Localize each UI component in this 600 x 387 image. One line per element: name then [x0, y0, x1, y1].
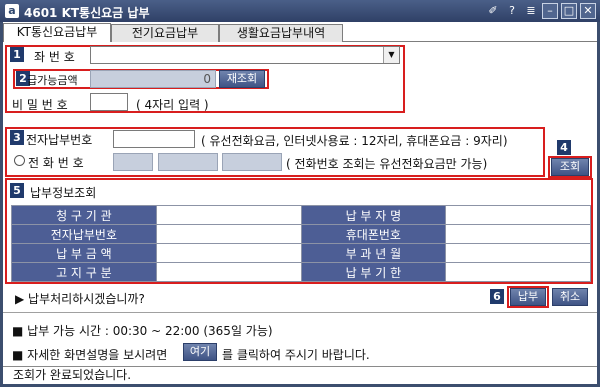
- account-select[interactable]: ▼: [90, 46, 400, 64]
- cell-value: [445, 243, 591, 263]
- cell-value: [445, 205, 591, 225]
- tab-bar: KT통신요금납부 전기요금납부 생활요금납부내역: [3, 22, 597, 42]
- recheck-button[interactable]: 재조회: [219, 70, 265, 88]
- password-field[interactable]: [90, 93, 128, 111]
- app-icon: a: [5, 4, 19, 18]
- query-button[interactable]: 조회: [551, 158, 589, 176]
- cell-label: 납 부 자 명: [300, 205, 447, 225]
- step-badge-6: 6: [490, 289, 504, 304]
- available-amount-field: 0: [90, 70, 216, 88]
- step-badge-3: 3: [10, 130, 24, 145]
- help-note-suffix: 를 클릭하여 주시기 바랍니다.: [222, 348, 370, 362]
- pin-icon[interactable]: ✐: [485, 3, 501, 19]
- cell-label: 납 부 금 액: [11, 243, 157, 263]
- tab-electric-payment[interactable]: 전기요금납부: [111, 24, 219, 42]
- phone-field-2[interactable]: [158, 153, 218, 171]
- client-area: KT통신요금납부 전기요금납부 생활요금납부내역 1 좌 번 호 ▼ 2 급가능…: [3, 22, 597, 384]
- phone-radio[interactable]: [14, 155, 25, 166]
- available-amount-label: 급가능금액: [27, 74, 78, 87]
- password-label: 비 밀 번 호: [12, 98, 68, 112]
- table-row: 청 구 기 관 납 부 자 명: [11, 205, 591, 225]
- cell-label: 청 구 기 관: [11, 205, 157, 225]
- cell-value: [155, 262, 302, 282]
- title-bar: a 4601 KT통신요금 납부 ✐ ? ≣ – □ ✕: [0, 0, 600, 22]
- minimize-icon[interactable]: –: [542, 3, 558, 19]
- epay-hint: ( 유선전화요금, 인터넷사용료 : 12자리, 휴대폰요금 : 9자리): [201, 134, 508, 148]
- menu-icon[interactable]: ≣: [523, 3, 539, 19]
- phone-field-1[interactable]: [113, 153, 153, 171]
- cell-label: 납 부 기 한: [300, 262, 447, 282]
- payment-info-title: 납부정보조회: [30, 186, 97, 200]
- step-badge-4: 4: [557, 140, 571, 155]
- window-title: 4601 KT통신요금 납부: [24, 6, 150, 20]
- cell-value: [155, 243, 302, 263]
- confirm-prompt: ▶ 납부처리하시겠습니까?: [15, 292, 145, 306]
- account-label: 좌 번 호: [34, 50, 75, 64]
- app-window: a 4601 KT통신요금 납부 ✐ ? ≣ – □ ✕ KT통신요금납부 전기…: [0, 0, 600, 387]
- epay-label: 전자납부번호: [26, 133, 93, 147]
- phone-field-3[interactable]: [222, 153, 282, 171]
- phone-hint: ( 전화번호 조회는 유선전화요금만 가능): [286, 157, 488, 171]
- help-icon[interactable]: ?: [504, 3, 520, 19]
- status-bar: 조회가 완료되었습니다.: [3, 366, 597, 384]
- help-link-button[interactable]: 여기: [183, 343, 217, 361]
- close-icon[interactable]: ✕: [580, 3, 596, 19]
- password-hint: ( 4자리 입력 ): [136, 98, 209, 112]
- cell-label: 전자납부번호: [11, 224, 157, 244]
- phone-label: 전 화 번 호: [28, 156, 84, 170]
- cancel-button[interactable]: 취소: [552, 288, 588, 306]
- tab-living-history[interactable]: 생활요금납부내역: [219, 24, 343, 42]
- maximize-icon[interactable]: □: [561, 3, 577, 19]
- cell-label: 부 과 년 월: [300, 243, 447, 263]
- payment-info-table: 청 구 기 관 납 부 자 명 전자납부번호 휴대폰번호 납 부 금 액 부 과…: [11, 205, 591, 282]
- tab-kt-payment[interactable]: KT통신요금납부: [3, 23, 111, 42]
- pay-button[interactable]: 납부: [510, 288, 546, 306]
- cell-label: 고 지 구 분: [11, 262, 157, 282]
- divider: [3, 312, 597, 313]
- hours-note: ■ 납부 가능 시간 : 00:30 ~ 22:00 (365일 가능): [12, 324, 273, 338]
- step-badge-1: 1: [10, 47, 24, 62]
- help-note-prefix: ■ 자세한 화면설명을 보시려면: [12, 348, 168, 362]
- table-row: 고 지 구 분 납 부 기 한: [11, 262, 591, 282]
- status-text: 조회가 완료되었습니다.: [13, 368, 132, 382]
- step-badge-5: 5: [10, 183, 24, 198]
- table-row: 납 부 금 액 부 과 년 월: [11, 243, 591, 263]
- cell-label: 휴대폰번호: [300, 224, 447, 244]
- cell-value: [155, 205, 302, 225]
- cell-value: [155, 224, 302, 244]
- cell-value: [445, 262, 591, 282]
- table-row: 전자납부번호 휴대폰번호: [11, 224, 591, 244]
- epay-number-field[interactable]: [113, 130, 195, 148]
- chevron-down-icon[interactable]: ▼: [383, 47, 399, 63]
- cell-value: [445, 224, 591, 244]
